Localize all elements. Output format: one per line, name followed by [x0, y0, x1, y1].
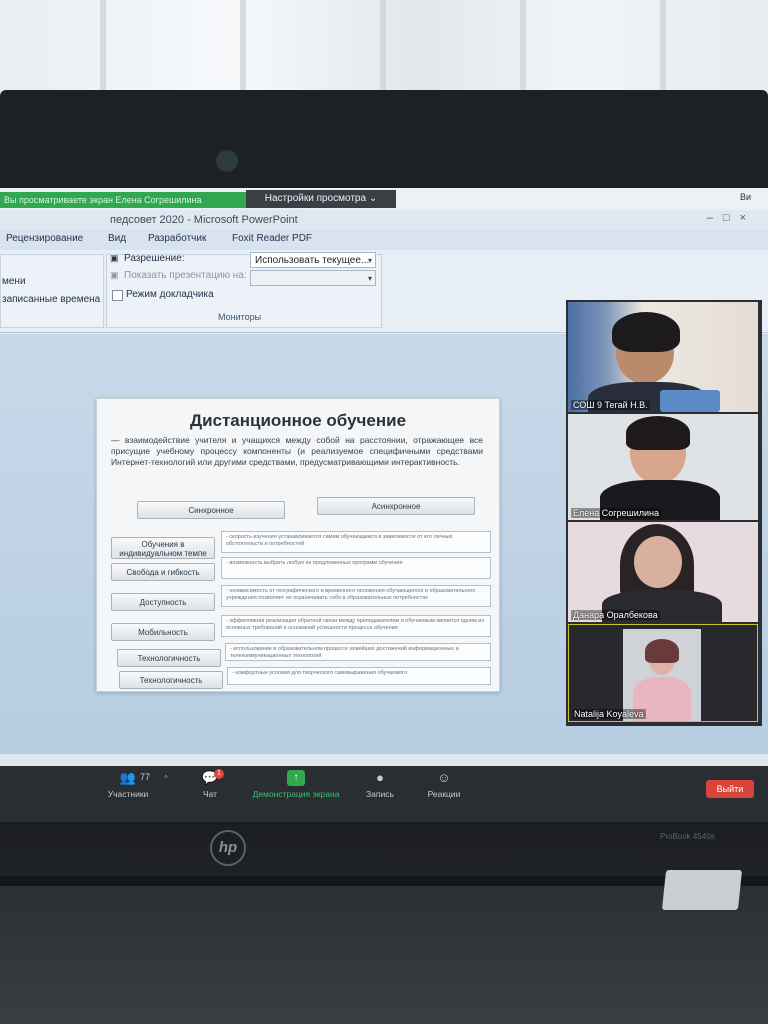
participant-hair: [645, 639, 679, 663]
view-options-label: Настройки просмотра: [264, 193, 367, 204]
laptop-model-label: ProBook 4540s: [660, 832, 715, 841]
feature-label: Технологичность: [119, 671, 223, 689]
feature-desc: - использование в образовательном процес…: [225, 643, 491, 661]
view-mode-button[interactable]: Ви: [740, 188, 751, 206]
reactions-icon: ☺: [437, 770, 451, 785]
webcam-icon: [216, 150, 238, 172]
chevron-down-icon: ⌄: [368, 193, 378, 204]
chat-label: Чат: [202, 789, 218, 799]
zoom-meeting-toolbar: 👥 Участники 77 ^ 💬 Чат 1 ↑ Демонстрация …: [0, 766, 768, 822]
slide: Дистанционное обучение — взаимодействие …: [96, 398, 500, 692]
hp-logo: hp: [210, 830, 246, 866]
chevron-down-icon: ▾: [367, 274, 372, 283]
close-icon[interactable]: ×: [740, 212, 756, 224]
record-icon: ●: [376, 770, 384, 785]
ribbon-group-label: Мониторы: [218, 312, 262, 322]
slide-definition: — взаимодействие учителя и учащихся межд…: [111, 435, 483, 467]
participant-tile-active[interactable]: Natalija Koyaleva: [568, 624, 758, 722]
feature-desc: - скорость изучения устанавливается сами…: [221, 531, 491, 553]
laptop-sticker: [661, 870, 743, 910]
participants-count: 77: [140, 772, 151, 782]
powerpoint-titlebar: педсовет 2020 - Microsoft PowerPoint: [0, 210, 768, 230]
feature-desc: - возможность выбрать любую из предложен…: [221, 557, 491, 579]
feature-desc: - эффективная реализация обратной связи …: [221, 615, 491, 637]
view-options-button[interactable]: Настройки просмотра ⌄: [246, 190, 396, 208]
resolution-combo[interactable]: Использовать текущее... ▾: [250, 252, 376, 268]
ribbon-item-timings[interactable]: мени: [2, 276, 26, 287]
participant-hair: [612, 312, 680, 352]
participant-name: СОШ 9 Тегай Н.В.: [571, 400, 650, 410]
camera-device-icon: [660, 390, 720, 412]
feature-desc: - комфортные условия для творческого сам…: [227, 667, 491, 685]
chat-badge: 1: [214, 769, 224, 779]
participant-face: [634, 536, 682, 588]
video-gallery: СОШ 9 Тегай Н.В. Елена Согрешилина Данар…: [566, 300, 762, 726]
tab-developer[interactable]: Разработчик: [148, 233, 206, 244]
feature-desc: - независимость от географического и вре…: [221, 585, 491, 607]
record-label: Запись: [366, 789, 394, 799]
feature-label: Свобода и гибкость: [111, 563, 215, 581]
participants-icon: 👥: [119, 770, 137, 785]
chevron-down-icon: ▾: [367, 256, 372, 265]
mode-synchronous: Синхронное: [137, 501, 285, 519]
window-controls: –□×: [707, 212, 756, 224]
resolution-label: Разрешение:: [124, 253, 185, 264]
participant-tile[interactable]: СОШ 9 Тегай Н.В.: [568, 302, 758, 412]
participant-tile[interactable]: Елена Согрешилина: [568, 414, 758, 520]
laptop-keyboard-deck: [0, 886, 768, 1024]
reactions-label: Реакции: [427, 789, 461, 799]
maximize-icon[interactable]: □: [723, 212, 740, 224]
reactions-button[interactable]: ☺ Реакции: [414, 770, 474, 799]
feature-label: Обучения в индивидуальном темпе: [111, 537, 215, 559]
resolution-value: Использовать текущее...: [255, 255, 370, 266]
feature-label: Доступность: [111, 593, 215, 611]
tab-foxit[interactable]: Foxit Reader PDF: [232, 233, 312, 244]
share-screen-button[interactable]: ↑ Демонстрация экрана: [246, 770, 346, 799]
monitor-icon: ▣: [110, 253, 119, 263]
tab-review[interactable]: Рецензирование: [6, 233, 83, 244]
presenter-view-checkbox[interactable]: [112, 290, 123, 301]
show-on-label: Показать презентацию на:: [124, 270, 247, 281]
show-on-icon: ▣: [110, 270, 119, 280]
viewing-screen-tag: Вы просматриваете экран Елена Согрешилин…: [0, 192, 246, 208]
participant-video: [623, 629, 701, 721]
laptop-top-bezel: [0, 90, 768, 190]
feature-label: Технологичность: [117, 649, 221, 667]
participant-name: Данара Оралбекова: [571, 610, 660, 620]
participant-name: Natalija Koyaleva: [572, 709, 646, 719]
zoom-share-topbar: Вы просматриваете экран Елена Согрешилин…: [0, 188, 768, 208]
share-screen-icon: ↑: [287, 770, 305, 786]
tab-view[interactable]: Вид: [108, 233, 126, 244]
share-screen-label: Демонстрация экрана: [252, 789, 340, 799]
participant-tile[interactable]: Данара Оралбекова: [568, 522, 758, 622]
chevron-up-icon[interactable]: ^: [164, 774, 168, 783]
laptop-hinge: [0, 876, 768, 886]
presenter-view-label: Режим докладчика: [126, 289, 214, 300]
window-title: педсовет 2020 - Microsoft PowerPoint: [110, 214, 298, 226]
record-button[interactable]: ● Запись: [350, 770, 410, 799]
slide-title: Дистанционное обучение: [189, 411, 407, 430]
participant-hair: [626, 416, 690, 450]
feature-label: Мобильность: [111, 623, 215, 641]
ribbon-tabs: Рецензирование Вид Разработчик Foxit Rea…: [0, 230, 768, 250]
chat-button[interactable]: 💬 Чат: [180, 770, 240, 799]
show-on-combo[interactable]: ▾: [250, 270, 376, 286]
participants-label: Участники: [107, 789, 149, 799]
powerpoint-status-bar: [0, 754, 768, 766]
participant-name: Елена Согрешилина: [571, 508, 662, 518]
minimize-icon[interactable]: –: [707, 212, 723, 224]
ribbon-group-setup: [0, 254, 104, 328]
ribbon-item-recorded-timings[interactable]: записанные времена: [2, 294, 100, 305]
mode-asynchronous: Асинхронное: [317, 497, 475, 515]
leave-meeting-button[interactable]: Выйти: [706, 780, 754, 798]
